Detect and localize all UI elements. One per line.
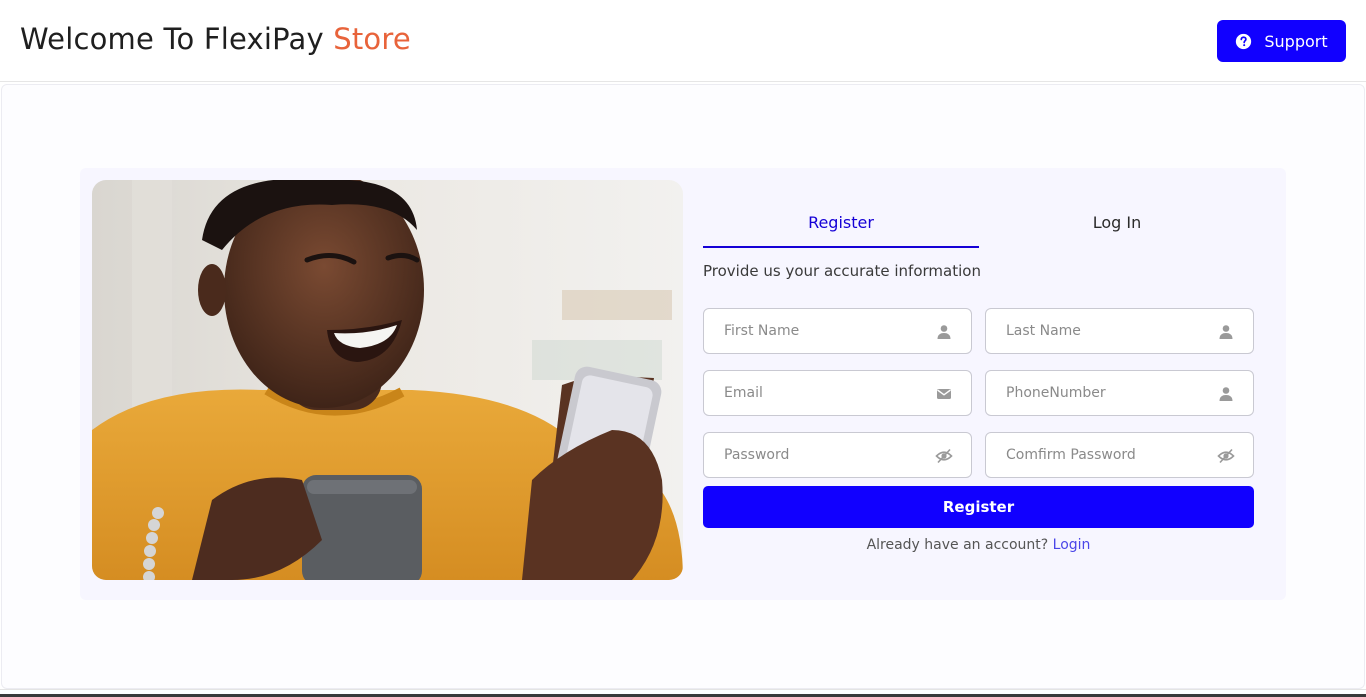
support-label: Support bbox=[1264, 31, 1328, 51]
person-with-phone-image bbox=[92, 180, 683, 580]
account-prompt-text: Already have an account? bbox=[866, 537, 1049, 553]
login-prompt: Already have an account? Login bbox=[703, 537, 1254, 553]
tab-login[interactable]: Log In bbox=[979, 200, 1255, 248]
mail-icon bbox=[937, 389, 951, 399]
email-field bbox=[703, 370, 972, 416]
eye-off-icon[interactable] bbox=[1217, 447, 1235, 465]
password-field bbox=[703, 432, 972, 478]
page-title: Welcome To FlexiPay Store bbox=[20, 22, 411, 56]
eye-off-icon[interactable] bbox=[935, 447, 953, 465]
register-button[interactable]: Register bbox=[703, 486, 1254, 528]
bottom-edge bbox=[0, 689, 1366, 697]
first-name-input[interactable] bbox=[704, 309, 971, 353]
support-button[interactable]: Support bbox=[1217, 20, 1346, 62]
confirm-password-field bbox=[985, 432, 1254, 478]
email-input[interactable] bbox=[704, 371, 971, 415]
help-icon bbox=[1236, 33, 1252, 49]
phone-number-field bbox=[985, 370, 1254, 416]
user-icon bbox=[937, 325, 951, 339]
title-main: Welcome To FlexiPay bbox=[20, 22, 324, 56]
last-name-field bbox=[985, 308, 1254, 354]
last-name-input[interactable] bbox=[986, 309, 1253, 353]
user-icon bbox=[1219, 387, 1233, 401]
top-header: Welcome To FlexiPay Store Support bbox=[0, 0, 1366, 82]
phone-number-input[interactable] bbox=[986, 371, 1253, 415]
login-link[interactable]: Login bbox=[1053, 537, 1091, 553]
first-name-field bbox=[703, 308, 972, 354]
tab-register[interactable]: Register bbox=[703, 200, 979, 248]
user-icon bbox=[1219, 325, 1233, 339]
password-input[interactable] bbox=[704, 433, 971, 477]
form-subtitle: Provide us your accurate information bbox=[703, 262, 981, 280]
auth-tabs: Register Log In bbox=[703, 200, 1254, 248]
title-accent: Store bbox=[333, 22, 411, 56]
confirm-password-input[interactable] bbox=[986, 433, 1253, 477]
hero-photo bbox=[92, 180, 683, 580]
